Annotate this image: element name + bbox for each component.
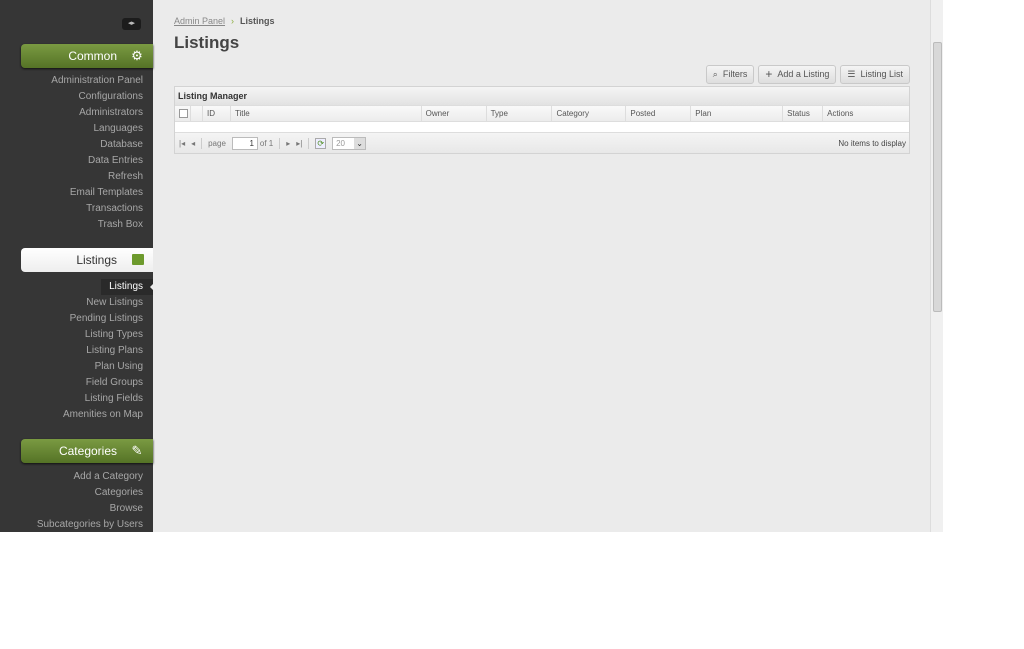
sidebar-item[interactable]: Listing Plans <box>0 343 153 359</box>
sidebar-item[interactable]: Refresh <box>0 169 153 185</box>
section-label: Categories <box>58 444 117 458</box>
column-header[interactable] <box>191 106 203 121</box>
sidebar-item[interactable]: Amenities on Map <box>0 407 153 423</box>
grid-pager: |◂ ◂ page 1 of 1 ▸ ▸| ⟳ 20 ⌄ No items to … <box>175 133 909 153</box>
sidebar-item[interactable]: Listings <box>101 279 154 295</box>
sidebar-item[interactable]: Browse <box>0 501 153 517</box>
select-all-checkbox[interactable] <box>175 106 191 121</box>
eraser-icon: ✎ <box>131 443 143 458</box>
per-page-select[interactable]: 20 ⌄ <box>332 136 367 150</box>
app-window: ◂▸ Common ⚙ Administration Panel Configura… <box>0 0 943 532</box>
column-header[interactable]: Type <box>487 106 553 121</box>
prev-page-icon[interactable]: ◂ <box>191 139 195 148</box>
page-count: of 1 <box>259 138 274 148</box>
sidebar-item[interactable]: Languages <box>0 121 153 137</box>
per-page-value: 20 <box>336 138 345 148</box>
breadcrumb: Admin Panel › Listings <box>174 16 275 26</box>
button-label: Listing List <box>860 69 903 79</box>
sidebar-item[interactable]: Administrators <box>0 105 153 121</box>
sidebar-item[interactable]: Categories <box>0 485 153 501</box>
sidebar-item[interactable]: Database <box>0 137 153 153</box>
grid-header: ID Title Owner Type Category Posted Plan Status… <box>175 105 909 122</box>
sidebar-item[interactable]: New Listings <box>0 295 153 311</box>
chevron-right-icon: › <box>231 16 235 26</box>
grid-body <box>175 122 909 133</box>
sidebar-item[interactable]: Transactions <box>0 201 153 217</box>
button-label: Add a Listing <box>777 69 830 79</box>
sidebar: ◂▸ Common ⚙ Administration Panel Configura… <box>0 0 154 532</box>
page-input[interactable]: 1 <box>231 136 258 150</box>
last-page-icon[interactable]: ▸| <box>296 139 302 148</box>
plus-icon: + <box>765 67 773 81</box>
listing-list-button[interactable]: ☰ Listing List <box>840 65 910 84</box>
sidebar-item[interactable]: Pending Listings <box>0 311 153 327</box>
vertical-scrollbar[interactable] <box>930 0 943 532</box>
chevron-down-icon: ⌄ <box>354 137 366 149</box>
list-icon: ☰ <box>847 69 856 79</box>
sidebar-item[interactable]: Add a Category <box>0 469 153 485</box>
column-header[interactable]: Title <box>231 106 422 121</box>
sidebar-item[interactable]: Trash Box <box>0 217 153 233</box>
section-common[interactable]: Common ⚙ <box>21 44 153 68</box>
sidebar-item[interactable]: Data Entries <box>0 153 153 169</box>
listing-grid: Listing Manager ID Title Owner Type Category… <box>174 86 910 154</box>
sidebar-item[interactable]: Email Templates <box>0 185 153 201</box>
refresh-icon[interactable]: ⟳ <box>315 137 327 149</box>
search-icon: ⌕ <box>712 69 718 79</box>
section-listings[interactable]: Listings <box>21 248 153 272</box>
sidebar-item[interactable]: Subcategories by Users <box>0 517 153 532</box>
column-header[interactable]: Posted <box>626 106 692 121</box>
column-header[interactable]: Owner <box>422 106 487 121</box>
breadcrumb-admin-panel[interactable]: Admin Panel <box>174 16 225 26</box>
section-label: Common <box>68 49 117 63</box>
button-label: Filters <box>722 69 748 79</box>
scrollbar-thumb[interactable] <box>933 42 942 312</box>
page-title: Listings <box>174 33 240 52</box>
sidebar-item[interactable]: Listing Fields <box>0 391 153 407</box>
pager-status: No items to display <box>838 138 906 148</box>
page-label: page <box>208 138 226 148</box>
section-label: Listings <box>76 253 117 267</box>
sidebar-item[interactable]: Field Groups <box>0 375 153 391</box>
add-listing-button[interactable]: + Add a Listing <box>758 65 837 84</box>
section-categories[interactable]: Categories ✎ <box>21 439 153 463</box>
next-page-icon[interactable]: ▸ <box>286 139 290 148</box>
column-header[interactable]: Actions <box>823 106 909 121</box>
filters-button[interactable]: ⌕ Filters <box>705 65 755 84</box>
sidebar-item[interactable]: Plan Using <box>0 359 153 375</box>
column-header[interactable]: Category <box>552 106 627 121</box>
column-header[interactable]: ID <box>203 106 231 121</box>
sidebar-item[interactable]: Listing Types <box>0 327 153 343</box>
breadcrumb-current: Listings <box>240 16 275 26</box>
listings-icon <box>132 254 144 265</box>
column-header[interactable]: Status <box>783 106 824 121</box>
grid-title: Listing Manager <box>175 87 909 105</box>
sidebar-item[interactable]: Configurations <box>0 89 153 105</box>
sidebar-toggle-button[interactable]: ◂▸ <box>122 18 141 30</box>
first-page-icon[interactable]: |◂ <box>179 139 185 148</box>
column-header[interactable]: Plan <box>691 106 784 121</box>
sidebar-item[interactable]: Administration Panel <box>0 73 153 89</box>
gear-icon: ⚙ <box>131 48 143 63</box>
